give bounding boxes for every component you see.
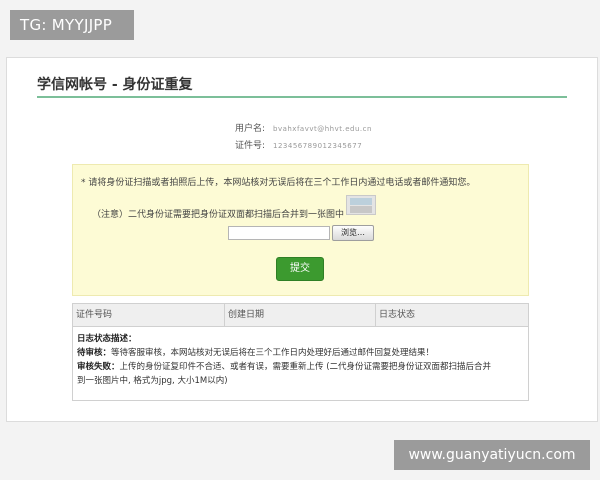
header-create-date: 创建日期: [224, 304, 375, 326]
failed-label: 审核失败：: [77, 362, 120, 372]
pending-text: 等待客服审核，本网站核对无误后将在三个工作日内处理好后通过邮件回复处理结果！: [111, 348, 435, 358]
upload-note: （注意）二代身份证需要把身份证双面都扫描后合并到一张图中: [92, 210, 345, 220]
desc-title: 日志状态描述：: [77, 334, 137, 344]
status-description: 日志状态描述： 待审核：等待客服审核，本网站核对无误后将在三个工作日内处理好后通…: [77, 332, 523, 388]
id-card-sample-icon: [346, 195, 376, 215]
failed-text-2: 到一张图片中, 格式为jpg, 大小1M以内): [77, 376, 228, 386]
site-watermark: www.guanyatiyucn.com: [394, 440, 590, 470]
status-table: 证件号码 创建日期 日志状态 日志状态描述： 待审核：等待客服审核，本网站核对无…: [72, 303, 529, 401]
upload-notice: * 请将身份证扫描或者拍照后上传，本网站核对无误后将在三个工作日内通过电话或者邮…: [81, 178, 476, 188]
header-log-status: 日志状态: [375, 304, 528, 326]
file-path-input[interactable]: [228, 226, 330, 240]
idnumber-label: 证件号:: [234, 141, 265, 151]
header-id-number: 证件号码: [76, 310, 113, 320]
main-panel: 学信网帐号 - 身份证重复 用户名: bvahxfavvt@hhvt.edu.cn…: [6, 57, 598, 422]
failed-text-1: 上传的身份证复印件不合适、或者有误，需要重新上传 (二代身份证需要把身份证双面都…: [119, 362, 492, 372]
username-label: 用户名:: [234, 124, 265, 134]
tg-badge: TG: MYYJJPP: [10, 10, 134, 40]
table-header: 证件号码 创建日期 日志状态: [73, 304, 528, 327]
username-row: 用户名: bvahxfavvt@hhvt.edu.cn: [227, 121, 372, 134]
username-value: bvahxfavvt@hhvt.edu.cn: [273, 125, 372, 133]
idnumber-value: 123456789012345677: [273, 142, 363, 150]
pending-label: 待审核：: [77, 348, 112, 358]
page-title: 学信网帐号 - 身份证重复: [37, 77, 193, 93]
upload-section: * 请将身份证扫描或者拍照后上传，本网站核对无误后将在三个工作日内通过电话或者邮…: [72, 164, 529, 296]
browse-button[interactable]: 浏览…: [332, 225, 374, 241]
submit-button[interactable]: 提交: [276, 257, 324, 281]
title-divider: [37, 96, 567, 98]
idnumber-row: 证件号: 123456789012345677: [227, 138, 362, 151]
